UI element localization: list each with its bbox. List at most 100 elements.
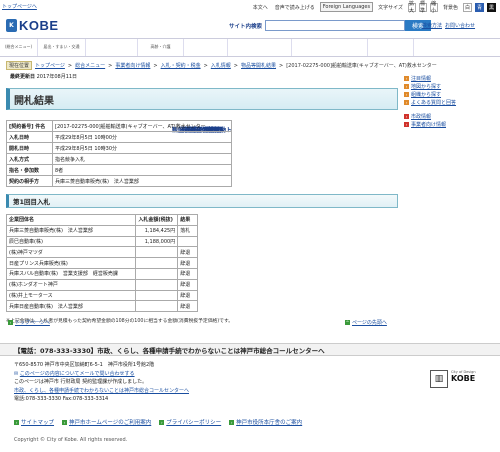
utility-tools: 本文へ 音声で読み上げる Foreign Languages 文字サイズ 拡大 … [251, 1, 496, 14]
utility-bar: トップページへ 本文へ 音声で読み上げる Foreign Languages 文… [0, 0, 500, 14]
company-cell: 兵庫スバル自動車(株) 営業支援部 経営販売課 [5, 267, 137, 280]
side-link[interactable]: よくある質問と回答 [411, 99, 456, 106]
nav-item-safety[interactable]: 安全・安心 [184, 39, 228, 134]
side-item-org[interactable]: › 組織から探す [404, 90, 494, 98]
footer-links: › サイトマップ › 神戸市ホームページのご利用案内 › プライバシーポリシー › 神戸… [14, 418, 302, 426]
side-item-featured[interactable]: › 注目情報 [404, 74, 494, 82]
back-to-page-top-link[interactable]: ^ ページの先頭へ [345, 319, 387, 326]
font-shrink-button[interactable]: 縮小 [429, 1, 438, 14]
nav-item-tourism[interactable]: 観光・文化・イベント [172, 39, 368, 134]
side-group-find: › 注目情報 › 地図から探す › 組織から探す › よくある質問と回答 [404, 74, 494, 106]
amount-cell [135, 267, 179, 280]
nav-item-business[interactable]: 事業者向け情報 [181, 39, 500, 134]
contact-link[interactable]: お問い合わせ [445, 22, 475, 29]
breadcrumb-item[interactable]: トップページ [35, 62, 65, 69]
to-top-page-text[interactable]: トップページへ [15, 319, 50, 326]
result-cell: 辞退 [177, 257, 198, 269]
table-value: 指名競争入札 [52, 153, 232, 165]
result-cell: 辞退 [177, 289, 198, 302]
nav-item-procedures[interactable]: くらし・手続き 届出・すまい・交通 [38, 39, 223, 134]
footer-link[interactable]: 神戸市ホームページのご利用案内 [69, 418, 151, 426]
result-cell [177, 235, 198, 248]
nav-item-childcare[interactable]: 子育て・教育 [86, 39, 220, 134]
column-header: 企業団体名 [5, 214, 137, 226]
font-enlarge-button[interactable]: 拡大 [407, 1, 416, 14]
page-title: 開札結果 [14, 95, 54, 107]
nav-item-city-info[interactable]: 市政情報 [190, 39, 414, 134]
footer-item-cityhall[interactable]: › 神戸市役所本庁舎のご案内 [229, 418, 302, 426]
footer-address: 〒650-8570 神戸市中央区加納町6-5-1 神戸市役所1号館2階 [14, 362, 155, 368]
arrow-icon: › [159, 419, 165, 425]
foreign-languages-button[interactable]: Foreign Languages [319, 2, 374, 12]
amount-cell [135, 300, 179, 313]
side-link[interactable]: 注目情報 [411, 75, 431, 82]
bg-white-button[interactable]: 白 [463, 2, 472, 12]
side-item-business[interactable]: › 事業者向け情報 [404, 120, 494, 128]
table-row: 開札日時 平成29年8月5日 10時30分 [6, 142, 232, 154]
site-logo[interactable]: K KOBE [6, 18, 59, 33]
skip-to-top-link[interactable]: トップページへ [2, 3, 37, 10]
footer-info: 〒650-8570 神戸市中央区加納町6-5-1 神戸市役所1号館2階 ✉ この… [14, 361, 414, 404]
bg-black-button[interactable]: 黒 [487, 2, 496, 12]
bg-blue-button[interactable]: 青 [475, 2, 484, 12]
arrow-icon: › [404, 121, 409, 127]
site-header: K KOBE サイト内検索 検索 検索方法 お問い合わせ [0, 14, 500, 38]
unesco-temple-icon: ▥ [430, 370, 448, 388]
to-top-page-link[interactable]: ‹ トップページへ [8, 319, 50, 326]
back-to-top-text[interactable]: ページの先頭へ [352, 319, 387, 326]
company-cell: 兵庫三菱自動車販売(株) 法人営業部 [5, 224, 137, 237]
arrow-icon: › [404, 91, 409, 97]
bid-result-table: 企業団体名 入札金額(税抜) 結果 兵庫三菱自動車販売(株) 法人営業部 1,18… [5, 214, 198, 313]
side-item-map[interactable]: › 地図から探す [404, 82, 494, 90]
table-row: 指名・参加数 8者 [6, 164, 232, 176]
font-size-label: 文字サイズ [378, 4, 403, 11]
main-content: 開札結果 [契約番号] 件名 [2017-02275-000]船舶輸送車(キャブオ… [5, 88, 398, 324]
footer-link[interactable]: サイトマップ [21, 418, 54, 426]
side-link[interactable]: 地図から探す [411, 83, 441, 90]
table-value: [2017-02275-000]船舶輸送車(キャブオーバー、AT)救水センター [52, 120, 232, 132]
footer-phone: 電話:078-333-3330 Fax:078-333-3314 [14, 396, 109, 402]
table-value: 平成29年8月5日 10時30分 [52, 142, 232, 154]
font-standard-button[interactable]: 標準 [418, 1, 427, 14]
footer-author: このページは神戸市 行財政局 契約監理課が作成しました。 [14, 379, 148, 385]
nav-item-life-info[interactable]: くらしの情報 (総合メニュー) [0, 39, 220, 134]
callcenter-link[interactable]: 市政、くらし、各種申請手続でわからないことは神戸市総合コールセンターへ [14, 388, 189, 394]
side-item-faq[interactable]: › よくある質問と回答 [404, 98, 494, 106]
nav-item-senior[interactable]: シニアライフ 高齢・介護 [138, 39, 220, 134]
read-aloud-link[interactable]: 音声で読み上げる [273, 3, 317, 12]
footer-link[interactable]: 神戸市役所本庁舎のご案内 [236, 418, 302, 426]
search-input[interactable] [265, 20, 406, 31]
callcenter-text: 【電話：078-333-3330】市政、くらし、各種申請手続でわからないことは神… [14, 346, 325, 355]
side-item-city-info[interactable]: › 市政情報 [404, 112, 494, 120]
side-link[interactable]: 市政情報 [411, 113, 431, 120]
side-link[interactable]: 事業者向け情報 [411, 121, 446, 128]
table-key: 入札日時 [6, 131, 53, 143]
amount-cell: 1,188,000円 [135, 235, 179, 248]
side-group-category: › 市政情報 › 事業者向け情報 [404, 112, 494, 128]
breadcrumb-item[interactable]: 入札情報 [211, 62, 231, 69]
footer-link[interactable]: プライバシーポリシー [166, 418, 221, 426]
round-heading-box: 第1回目入札 [6, 194, 398, 208]
breadcrumb-item[interactable]: 事業者向け情報 [115, 62, 150, 69]
side-link[interactable]: 組織から探す [411, 91, 441, 98]
footer-item-sitemap[interactable]: › サイトマップ [14, 418, 54, 426]
arrow-icon: › [404, 75, 409, 81]
callcenter-bar: 【電話：078-333-3330】市政、くらし、各種申請手続でわからないことは神… [0, 343, 500, 356]
company-cell: (株)井上モータース [5, 289, 137, 302]
skip-to-content-link[interactable]: 本文へ [251, 3, 270, 12]
mail-inquiry-link[interactable]: このページの内容についてメールで問い合わせする [20, 371, 135, 377]
nav-item-ward-office[interactable]: 区役所・地域活動 [178, 39, 292, 134]
footer-item-privacy[interactable]: › プライバシーポリシー [159, 418, 221, 426]
footer-item-usage[interactable]: › 神戸市ホームページのご利用案内 [62, 418, 151, 426]
breadcrumb-item[interactable]: 入札・契約・税金 [161, 62, 201, 69]
background-color-label: 背景色 [442, 4, 458, 11]
breadcrumb-item[interactable]: 物品等開札結果 [241, 62, 276, 69]
current-location-label: 現在位置 [6, 61, 33, 70]
table-row: 辰巳自動車(株) 1,188,000円 [5, 235, 198, 248]
breadcrumb-item[interactable]: 総合メニュー [75, 62, 105, 69]
search-help-link[interactable]: 検索方法 [422, 22, 442, 29]
page-links: ‹ トップページへ ^ ページの先頭へ [0, 319, 500, 328]
arrow-icon: › [404, 99, 409, 105]
arrow-icon: › [229, 419, 235, 425]
company-cell: 兵庫日産自動車(株) 法人営業部 [5, 300, 137, 313]
